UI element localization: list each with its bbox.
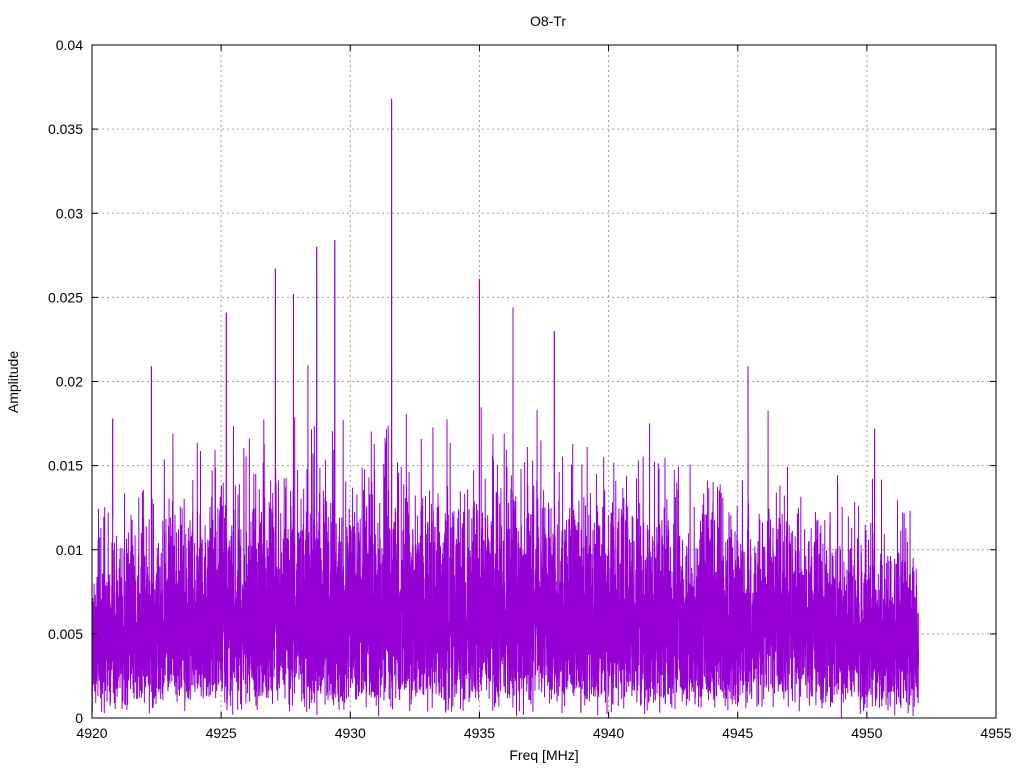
x-tick-label: 4925 [206,725,237,741]
y-tick-label: 0.015 [48,458,83,474]
y-axis-label: Amplitude [5,351,21,413]
x-tick-label: 4920 [76,725,107,741]
y-tick-label: 0 [75,710,83,726]
x-axis-label: Freq [MHz] [509,747,578,763]
y-tick-label: 0.035 [48,121,83,137]
x-tick-label: 4940 [593,725,624,741]
chart-title: O8-Tr [530,13,566,29]
y-tick-label: 0.04 [56,37,83,53]
series-line [91,98,920,718]
plot-area [91,98,920,718]
x-tick-label: 4955 [980,725,1011,741]
x-tick-label: 4945 [722,725,753,741]
x-tick-label: 4950 [851,725,882,741]
y-tick-label: 0.025 [48,289,83,305]
chart: 4920 4925 4930 4935 4940 4945 4950 4955 0 0.005 0.… [5,13,1012,763]
x-tick-label: 4930 [335,725,366,741]
y-tick-label: 0.01 [56,542,83,558]
y-tick-label: 0.03 [56,205,83,221]
x-tick-label: 4935 [464,725,495,741]
y-tick-label: 0.02 [56,374,83,390]
y-tick-label: 0.005 [48,626,83,642]
